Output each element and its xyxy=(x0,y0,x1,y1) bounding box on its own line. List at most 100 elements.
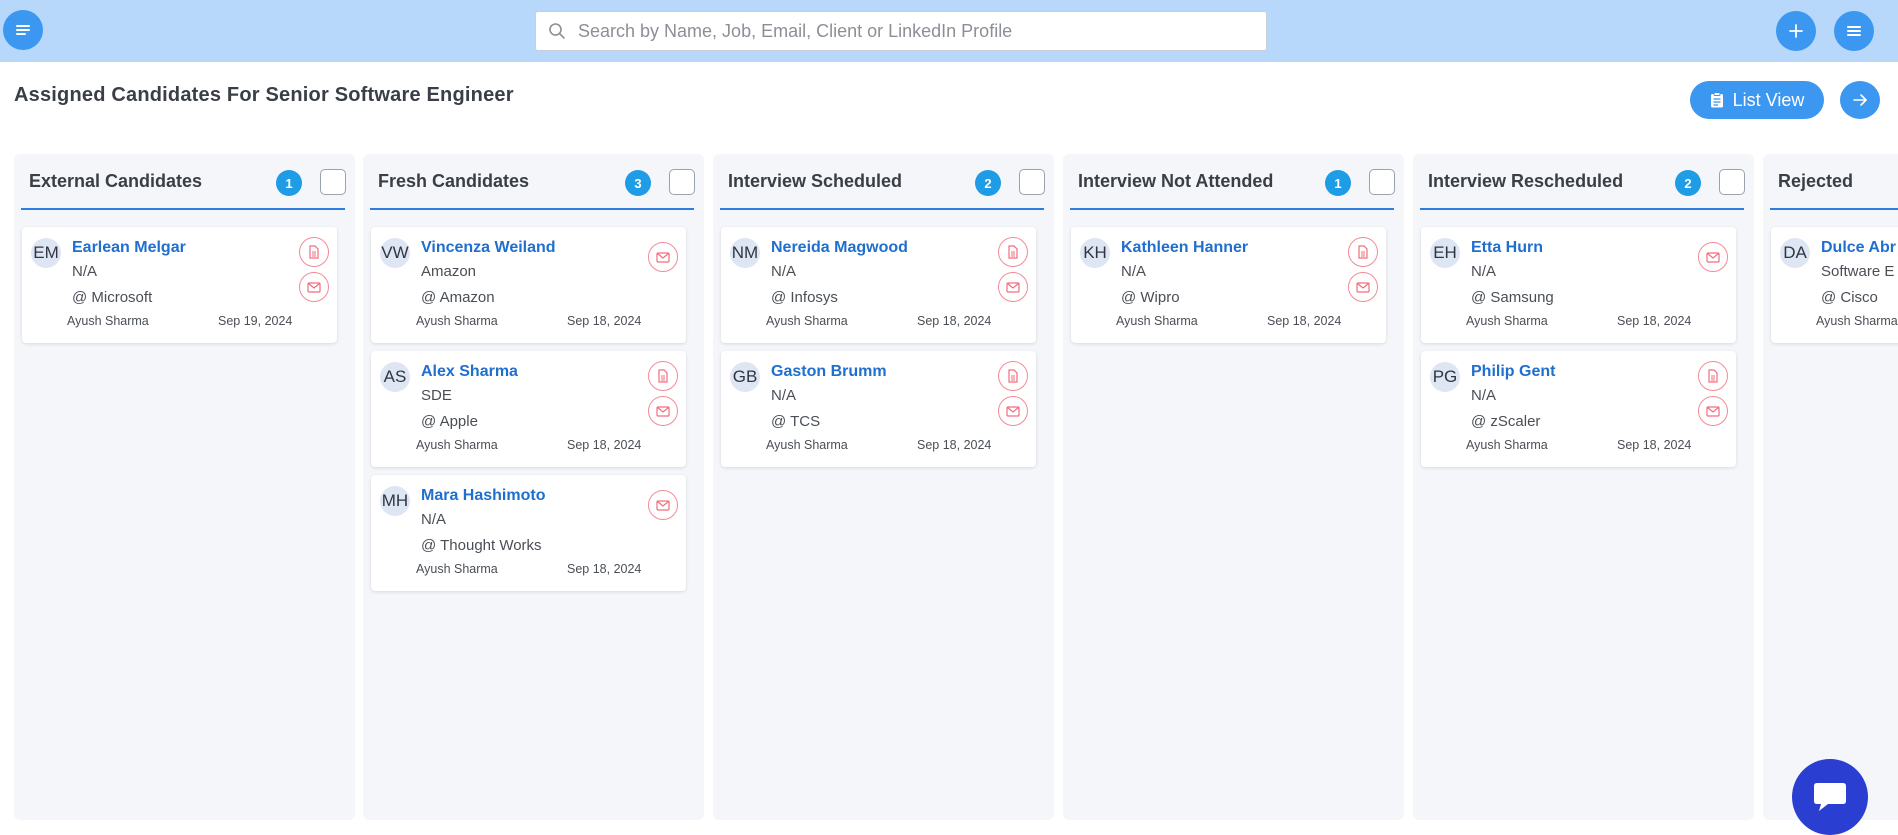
candidate-card[interactable]: EH Etta Hurn N/A @ Samsung Ayush Sharma … xyxy=(1421,227,1736,343)
candidate-name[interactable]: Kathleen Hanner xyxy=(1121,239,1248,257)
candidate-company: @ Thought Works xyxy=(421,537,542,554)
count-badge: 1 xyxy=(276,170,302,196)
email-button[interactable] xyxy=(1348,272,1378,302)
candidate-company: @ Amazon xyxy=(421,289,495,306)
arrow-right-icon xyxy=(1853,94,1867,106)
column-title: Interview Not Attended xyxy=(1078,171,1274,191)
resume-button[interactable] xyxy=(1698,361,1728,391)
candidate-name[interactable]: Vincenza Weiland xyxy=(421,239,556,257)
email-button[interactable] xyxy=(1698,242,1728,272)
candidate-card[interactable]: DA Dulce Abr Software E @ Cisco Ayush Sh… xyxy=(1771,227,1898,343)
email-button[interactable] xyxy=(299,272,329,302)
next-button[interactable] xyxy=(1840,81,1880,119)
avatar: KH xyxy=(1080,238,1110,268)
candidate-company: @ Microsoft xyxy=(72,289,153,306)
candidate-role: N/A xyxy=(771,263,797,280)
column-header: Interview Scheduled 2 xyxy=(720,154,1045,210)
avatar: GB xyxy=(730,362,760,392)
assigned-date: Sep 18, 2024 xyxy=(917,438,992,452)
top-bar xyxy=(0,0,1898,62)
email-button[interactable] xyxy=(998,396,1028,426)
candidate-card[interactable]: AS Alex Sharma SDE @ Apple Ayush Sharma … xyxy=(371,351,686,467)
page-title: Assigned Candidates For Senior Software … xyxy=(14,84,514,106)
candidate-role: N/A xyxy=(421,511,447,528)
column-external-candidates: External Candidates 1 EM Earlean Melgar … xyxy=(14,154,355,820)
resume-button[interactable] xyxy=(1348,237,1378,267)
avatar: VW xyxy=(380,238,410,268)
candidate-company: @ Cisco xyxy=(1821,289,1878,306)
recruiter-name: Ayush Sharma xyxy=(1816,314,1898,328)
sidebar-menu-button[interactable] xyxy=(3,10,43,50)
list-view-button[interactable]: List View xyxy=(1690,81,1824,119)
mail-icon xyxy=(656,405,670,417)
chat-button[interactable] xyxy=(1792,759,1868,835)
candidate-name[interactable]: Nereida Magwood xyxy=(771,239,908,257)
email-button[interactable] xyxy=(1698,396,1728,426)
count-badge: 1 xyxy=(1325,170,1351,196)
candidate-company: @ Samsung xyxy=(1471,289,1554,306)
email-button[interactable] xyxy=(648,396,678,426)
candidate-name[interactable]: Mara Hashimoto xyxy=(421,487,545,505)
clipboard-icon xyxy=(1710,92,1723,108)
candidate-name[interactable]: Gaston Brumm xyxy=(771,363,887,381)
kanban-board: External Candidates 1 EM Earlean Melgar … xyxy=(14,154,1898,820)
candidate-name[interactable]: Philip Gent xyxy=(1471,363,1555,381)
count-badge: 3 xyxy=(625,170,651,196)
candidate-role: N/A xyxy=(1121,263,1147,280)
options-menu-button[interactable] xyxy=(1834,11,1874,51)
avatar: DA xyxy=(1780,238,1810,268)
count-badge: 2 xyxy=(1675,170,1701,196)
candidate-company: @ Apple xyxy=(421,413,478,430)
assigned-date: Sep 19, 2024 xyxy=(218,314,293,328)
candidate-name[interactable]: Alex Sharma xyxy=(421,363,518,381)
mail-icon xyxy=(1706,251,1720,263)
add-button[interactable] xyxy=(1776,11,1816,51)
column-select-checkbox[interactable] xyxy=(1019,169,1045,195)
candidate-name[interactable]: Etta Hurn xyxy=(1471,239,1543,257)
resume-button[interactable] xyxy=(648,361,678,391)
email-button[interactable] xyxy=(648,490,678,520)
mail-icon xyxy=(307,281,321,293)
resume-button[interactable] xyxy=(299,237,329,267)
recruiter-name: Ayush Sharma xyxy=(766,314,848,328)
column-select-checkbox[interactable] xyxy=(669,169,695,195)
search-input[interactable] xyxy=(578,20,1258,42)
candidate-card[interactable]: EM Earlean Melgar N/A @ Microsoft Ayush … xyxy=(22,227,337,343)
candidate-name[interactable]: Earlean Melgar xyxy=(72,239,186,257)
candidate-card[interactable]: KH Kathleen Hanner N/A @ Wipro Ayush Sha… xyxy=(1071,227,1386,343)
candidate-company: @ Wipro xyxy=(1121,289,1180,306)
search-box[interactable] xyxy=(535,11,1267,51)
search-icon xyxy=(549,23,565,39)
resume-button[interactable] xyxy=(998,361,1028,391)
candidate-name[interactable]: Dulce Abr xyxy=(1821,239,1896,257)
column-select-checkbox[interactable] xyxy=(1719,169,1745,195)
candidate-card[interactable]: NM Nereida Magwood N/A @ Infosys Ayush S… xyxy=(721,227,1036,343)
avatar: PG xyxy=(1430,362,1460,392)
assigned-date: Sep 18, 2024 xyxy=(1617,438,1692,452)
column-interview-scheduled: Interview Scheduled 2 NM Nereida Magwood… xyxy=(713,154,1054,820)
recruiter-name: Ayush Sharma xyxy=(416,314,498,328)
email-button[interactable] xyxy=(648,242,678,272)
column-interview-not-attended: Interview Not Attended 1 KH Kathleen Han… xyxy=(1063,154,1404,820)
email-button[interactable] xyxy=(998,272,1028,302)
column-header: External Candidates 1 xyxy=(21,154,346,210)
candidate-company: @ zScaler xyxy=(1471,413,1541,430)
document-icon xyxy=(1008,369,1018,383)
candidate-company: @ Infosys xyxy=(771,289,838,306)
candidate-card[interactable]: GB Gaston Brumm N/A @ TCS Ayush Sharma S… xyxy=(721,351,1036,467)
avatar: EM xyxy=(31,238,61,268)
document-icon xyxy=(309,245,319,259)
column-select-checkbox[interactable] xyxy=(1369,169,1395,195)
column-interview-rescheduled: Interview Rescheduled 2 EH Etta Hurn N/A… xyxy=(1413,154,1754,820)
candidate-card[interactable]: VW Vincenza Weiland Amazon @ Amazon Ayus… xyxy=(371,227,686,343)
menu-icon xyxy=(1847,26,1861,36)
candidate-card[interactable]: PG Philip Gent N/A @ zScaler Ayush Sharm… xyxy=(1421,351,1736,467)
candidate-role: SDE xyxy=(421,387,452,404)
recruiter-name: Ayush Sharma xyxy=(766,438,848,452)
candidate-card[interactable]: MH Mara Hashimoto N/A @ Thought Works Ay… xyxy=(371,475,686,591)
mail-icon xyxy=(656,251,670,263)
resume-button[interactable] xyxy=(998,237,1028,267)
candidate-role: N/A xyxy=(1471,263,1497,280)
column-select-checkbox[interactable] xyxy=(320,169,346,195)
document-icon xyxy=(658,369,668,383)
